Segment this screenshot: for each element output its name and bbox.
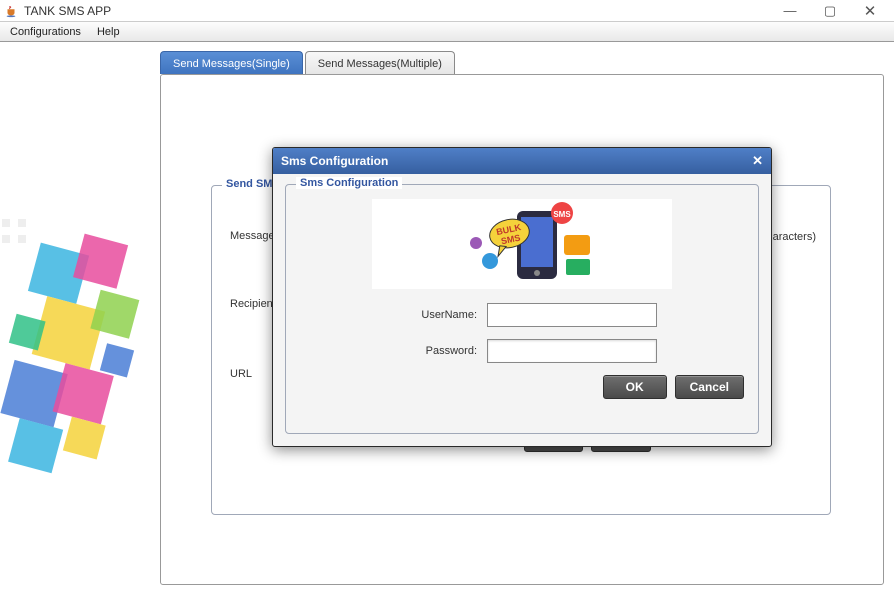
menubar: Configurations Help	[0, 22, 894, 42]
minimize-button[interactable]: —	[770, 1, 810, 21]
menu-help[interactable]: Help	[91, 24, 126, 40]
recipient-row: Recipient	[230, 298, 276, 310]
username-input[interactable]	[487, 303, 657, 327]
close-button[interactable]: ✕	[850, 1, 890, 21]
dialog-titlebar[interactable]: Sms Configuration ✕	[273, 148, 771, 174]
dialog-body: Sms Configuration BULK SMS	[273, 174, 771, 446]
dialog-inner-group: Sms Configuration BULK SMS	[285, 184, 759, 434]
url-row: URL	[230, 368, 252, 380]
password-input[interactable]	[487, 339, 657, 363]
password-row: Password:	[296, 339, 748, 363]
dialog-title-text: Sms Configuration	[281, 154, 388, 168]
app-title: TANK SMS APP	[24, 4, 770, 18]
dialog-buttons: OK Cancel	[296, 375, 748, 399]
cancel-button[interactable]: Cancel	[675, 375, 744, 399]
url-label: URL	[230, 368, 252, 380]
app-body: Send Messages(Single) Send Messages(Mult…	[0, 42, 894, 595]
tab-send-multiple[interactable]: Send Messages(Multiple)	[305, 51, 455, 74]
titlebar: TANK SMS APP — ▢ ✕	[0, 0, 894, 22]
tabs: Send Messages(Single) Send Messages(Mult…	[160, 50, 457, 73]
tab-send-single[interactable]: Send Messages(Single)	[160, 51, 303, 74]
message-label: Message	[230, 230, 275, 242]
sms-config-dialog: Sms Configuration ✕ Sms Configuration BU…	[272, 147, 772, 447]
svg-text:SMS: SMS	[553, 210, 571, 219]
bulk-sms-banner: BULK SMS SMS	[372, 199, 672, 289]
maximize-button[interactable]: ▢	[810, 1, 850, 21]
dialog-close-icon[interactable]: ✕	[752, 153, 763, 169]
decorative-squares	[0, 217, 160, 517]
dialog-group-label: Sms Configuration	[296, 177, 402, 189]
message-row: Message	[230, 230, 275, 242]
username-label: UserName:	[387, 309, 477, 321]
recipient-label: Recipient	[230, 298, 276, 310]
window-controls: — ▢ ✕	[770, 1, 890, 21]
menu-configurations[interactable]: Configurations	[4, 24, 87, 40]
ok-button[interactable]: OK	[603, 375, 667, 399]
password-label: Password:	[387, 345, 477, 357]
java-cup-icon	[4, 4, 18, 18]
username-row: UserName:	[296, 303, 748, 327]
